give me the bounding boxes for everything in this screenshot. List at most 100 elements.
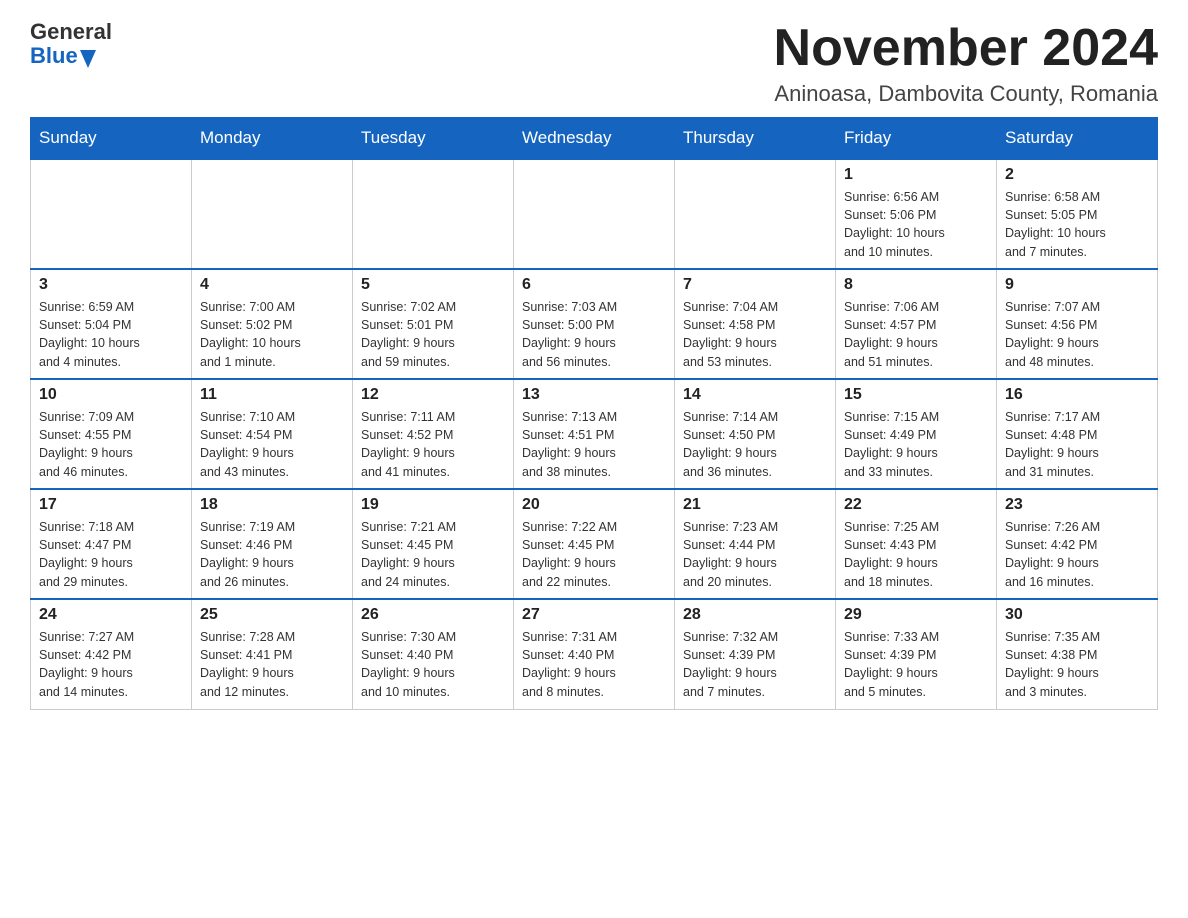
day-number: 9 [1005, 276, 1149, 294]
day-number: 28 [683, 606, 827, 624]
calendar-body: 1Sunrise: 6:56 AM Sunset: 5:06 PM Daylig… [31, 159, 1158, 709]
calendar-cell: 13 Sunrise: 7:13 AM Sunset: 4:51 PM Dayli… [514, 379, 675, 489]
day-number: 26 [361, 606, 505, 624]
calendar-cell: 20 Sunrise: 7:22 AM Sunset: 4:45 PM Dayli… [514, 489, 675, 599]
calendar-cell: 27 Sunrise: 7:31 AM Sunset: 4:40 PM Dayli… [514, 599, 675, 709]
day-number: 29 [844, 606, 988, 624]
day-info: Sunrise: 7:26 AM Sunset: 4:42 PM Dayligh… [1005, 518, 1149, 591]
weekday-header-row: SundayMondayTuesdayWednesdayThursdayFrid… [31, 118, 1158, 160]
calendar-cell: 23 Sunrise: 7:26 AM Sunset: 4:42 PM Dayli… [997, 489, 1158, 599]
calendar-cell: 3 Sunrise: 6:59 AM Sunset: 5:04 PM Daylig… [31, 269, 192, 379]
day-info: Sunrise: 7:13 AM Sunset: 4:51 PM Dayligh… [522, 408, 666, 481]
day-number: 25 [200, 606, 344, 624]
weekday-header-tuesday: Tuesday [353, 118, 514, 160]
day-info: Sunrise: 7:15 AM Sunset: 4:49 PM Dayligh… [844, 408, 988, 481]
day-info: Sunrise: 7:28 AM Sunset: 4:41 PM Dayligh… [200, 628, 344, 701]
day-number: 4 [200, 276, 344, 294]
day-number: 20 [522, 496, 666, 514]
day-info: Sunrise: 7:03 AM Sunset: 5:00 PM Dayligh… [522, 298, 666, 371]
calendar-cell: 9Sunrise: 7:07 AM Sunset: 4:56 PM Daylig… [997, 269, 1158, 379]
calendar-cell: 21 Sunrise: 7:23 AM Sunset: 4:44 PM Dayli… [675, 489, 836, 599]
page-header: General Blue November 2024 Aninoasa, Dam… [30, 20, 1158, 107]
day-info: Sunrise: 7:33 AM Sunset: 4:39 PM Dayligh… [844, 628, 988, 701]
calendar-cell [675, 159, 836, 269]
day-number: 12 [361, 386, 505, 404]
calendar-cell: 26 Sunrise: 7:30 AM Sunset: 4:40 PM Dayli… [353, 599, 514, 709]
day-info: Sunrise: 6:56 AM Sunset: 5:06 PM Dayligh… [844, 188, 988, 261]
day-info: Sunrise: 6:58 AM Sunset: 5:05 PM Dayligh… [1005, 188, 1149, 261]
day-info: Sunrise: 7:19 AM Sunset: 4:46 PM Dayligh… [200, 518, 344, 591]
day-number: 30 [1005, 606, 1149, 624]
month-title: November 2024 [774, 20, 1158, 77]
calendar-week-3: 10Sunrise: 7:09 AM Sunset: 4:55 PM Dayli… [31, 379, 1158, 489]
calendar-cell: 10Sunrise: 7:09 AM Sunset: 4:55 PM Dayli… [31, 379, 192, 489]
logo-triangle-icon [80, 45, 96, 68]
calendar-cell: 2 Sunrise: 6:58 AM Sunset: 5:05 PM Daylig… [997, 159, 1158, 269]
calendar-cell: 7 Sunrise: 7:04 AM Sunset: 4:58 PM Daylig… [675, 269, 836, 379]
day-info: Sunrise: 7:22 AM Sunset: 4:45 PM Dayligh… [522, 518, 666, 591]
day-info: Sunrise: 6:59 AM Sunset: 5:04 PM Dayligh… [39, 298, 183, 371]
day-number: 22 [844, 496, 988, 514]
calendar-header: SundayMondayTuesdayWednesdayThursdayFrid… [31, 118, 1158, 160]
calendar-cell: 6 Sunrise: 7:03 AM Sunset: 5:00 PM Daylig… [514, 269, 675, 379]
calendar-cell: 25 Sunrise: 7:28 AM Sunset: 4:41 PM Dayli… [192, 599, 353, 709]
calendar-cell [353, 159, 514, 269]
calendar-cell: 17 Sunrise: 7:18 AM Sunset: 4:47 PM Dayli… [31, 489, 192, 599]
day-info: Sunrise: 7:25 AM Sunset: 4:43 PM Dayligh… [844, 518, 988, 591]
day-number: 24 [39, 606, 183, 624]
day-number: 3 [39, 276, 183, 294]
day-info: Sunrise: 7:11 AM Sunset: 4:52 PM Dayligh… [361, 408, 505, 481]
day-number: 16 [1005, 386, 1149, 404]
day-number: 10 [39, 386, 183, 404]
day-info: Sunrise: 7:17 AM Sunset: 4:48 PM Dayligh… [1005, 408, 1149, 481]
calendar-cell: 22 Sunrise: 7:25 AM Sunset: 4:43 PM Dayli… [836, 489, 997, 599]
calendar-cell [514, 159, 675, 269]
weekday-header-monday: Monday [192, 118, 353, 160]
calendar-cell: 5Sunrise: 7:02 AM Sunset: 5:01 PM Daylig… [353, 269, 514, 379]
calendar-cell: 29 Sunrise: 7:33 AM Sunset: 4:39 PM Dayli… [836, 599, 997, 709]
day-info: Sunrise: 7:31 AM Sunset: 4:40 PM Dayligh… [522, 628, 666, 701]
logo-general-text: General [30, 20, 112, 44]
day-info: Sunrise: 7:18 AM Sunset: 4:47 PM Dayligh… [39, 518, 183, 591]
day-number: 13 [522, 386, 666, 404]
day-info: Sunrise: 7:21 AM Sunset: 4:45 PM Dayligh… [361, 518, 505, 591]
day-number: 5 [361, 276, 505, 294]
weekday-header-sunday: Sunday [31, 118, 192, 160]
calendar-cell: 15 Sunrise: 7:15 AM Sunset: 4:49 PM Dayli… [836, 379, 997, 489]
calendar-cell: 30 Sunrise: 7:35 AM Sunset: 4:38 PM Dayli… [997, 599, 1158, 709]
day-info: Sunrise: 7:23 AM Sunset: 4:44 PM Dayligh… [683, 518, 827, 591]
calendar-cell: 28 Sunrise: 7:32 AM Sunset: 4:39 PM Dayli… [675, 599, 836, 709]
calendar-cell: 1Sunrise: 6:56 AM Sunset: 5:06 PM Daylig… [836, 159, 997, 269]
calendar-cell: 18 Sunrise: 7:19 AM Sunset: 4:46 PM Dayli… [192, 489, 353, 599]
calendar-cell: 4 Sunrise: 7:00 AM Sunset: 5:02 PM Daylig… [192, 269, 353, 379]
calendar-cell: 24Sunrise: 7:27 AM Sunset: 4:42 PM Dayli… [31, 599, 192, 709]
day-info: Sunrise: 7:06 AM Sunset: 4:57 PM Dayligh… [844, 298, 988, 371]
day-number: 6 [522, 276, 666, 294]
day-info: Sunrise: 7:30 AM Sunset: 4:40 PM Dayligh… [361, 628, 505, 701]
day-info: Sunrise: 7:32 AM Sunset: 4:39 PM Dayligh… [683, 628, 827, 701]
title-section: November 2024 Aninoasa, Dambovita County… [774, 20, 1158, 107]
day-info: Sunrise: 7:10 AM Sunset: 4:54 PM Dayligh… [200, 408, 344, 481]
day-number: 7 [683, 276, 827, 294]
day-number: 2 [1005, 166, 1149, 184]
day-number: 21 [683, 496, 827, 514]
day-number: 18 [200, 496, 344, 514]
calendar-cell: 19 Sunrise: 7:21 AM Sunset: 4:45 PM Dayli… [353, 489, 514, 599]
day-info: Sunrise: 7:00 AM Sunset: 5:02 PM Dayligh… [200, 298, 344, 371]
day-number: 19 [361, 496, 505, 514]
location-subtitle: Aninoasa, Dambovita County, Romania [774, 81, 1158, 107]
calendar-week-2: 3 Sunrise: 6:59 AM Sunset: 5:04 PM Daylig… [31, 269, 1158, 379]
day-number: 27 [522, 606, 666, 624]
calendar-cell: 14Sunrise: 7:14 AM Sunset: 4:50 PM Dayli… [675, 379, 836, 489]
day-number: 23 [1005, 496, 1149, 514]
day-number: 17 [39, 496, 183, 514]
weekday-header-thursday: Thursday [675, 118, 836, 160]
day-number: 15 [844, 386, 988, 404]
calendar-week-5: 24Sunrise: 7:27 AM Sunset: 4:42 PM Dayli… [31, 599, 1158, 709]
calendar-cell: 12 Sunrise: 7:11 AM Sunset: 4:52 PM Dayli… [353, 379, 514, 489]
day-info: Sunrise: 7:35 AM Sunset: 4:38 PM Dayligh… [1005, 628, 1149, 701]
day-info: Sunrise: 7:14 AM Sunset: 4:50 PM Dayligh… [683, 408, 827, 481]
calendar-cell: 11Sunrise: 7:10 AM Sunset: 4:54 PM Dayli… [192, 379, 353, 489]
day-info: Sunrise: 7:04 AM Sunset: 4:58 PM Dayligh… [683, 298, 827, 371]
calendar-week-1: 1Sunrise: 6:56 AM Sunset: 5:06 PM Daylig… [31, 159, 1158, 269]
